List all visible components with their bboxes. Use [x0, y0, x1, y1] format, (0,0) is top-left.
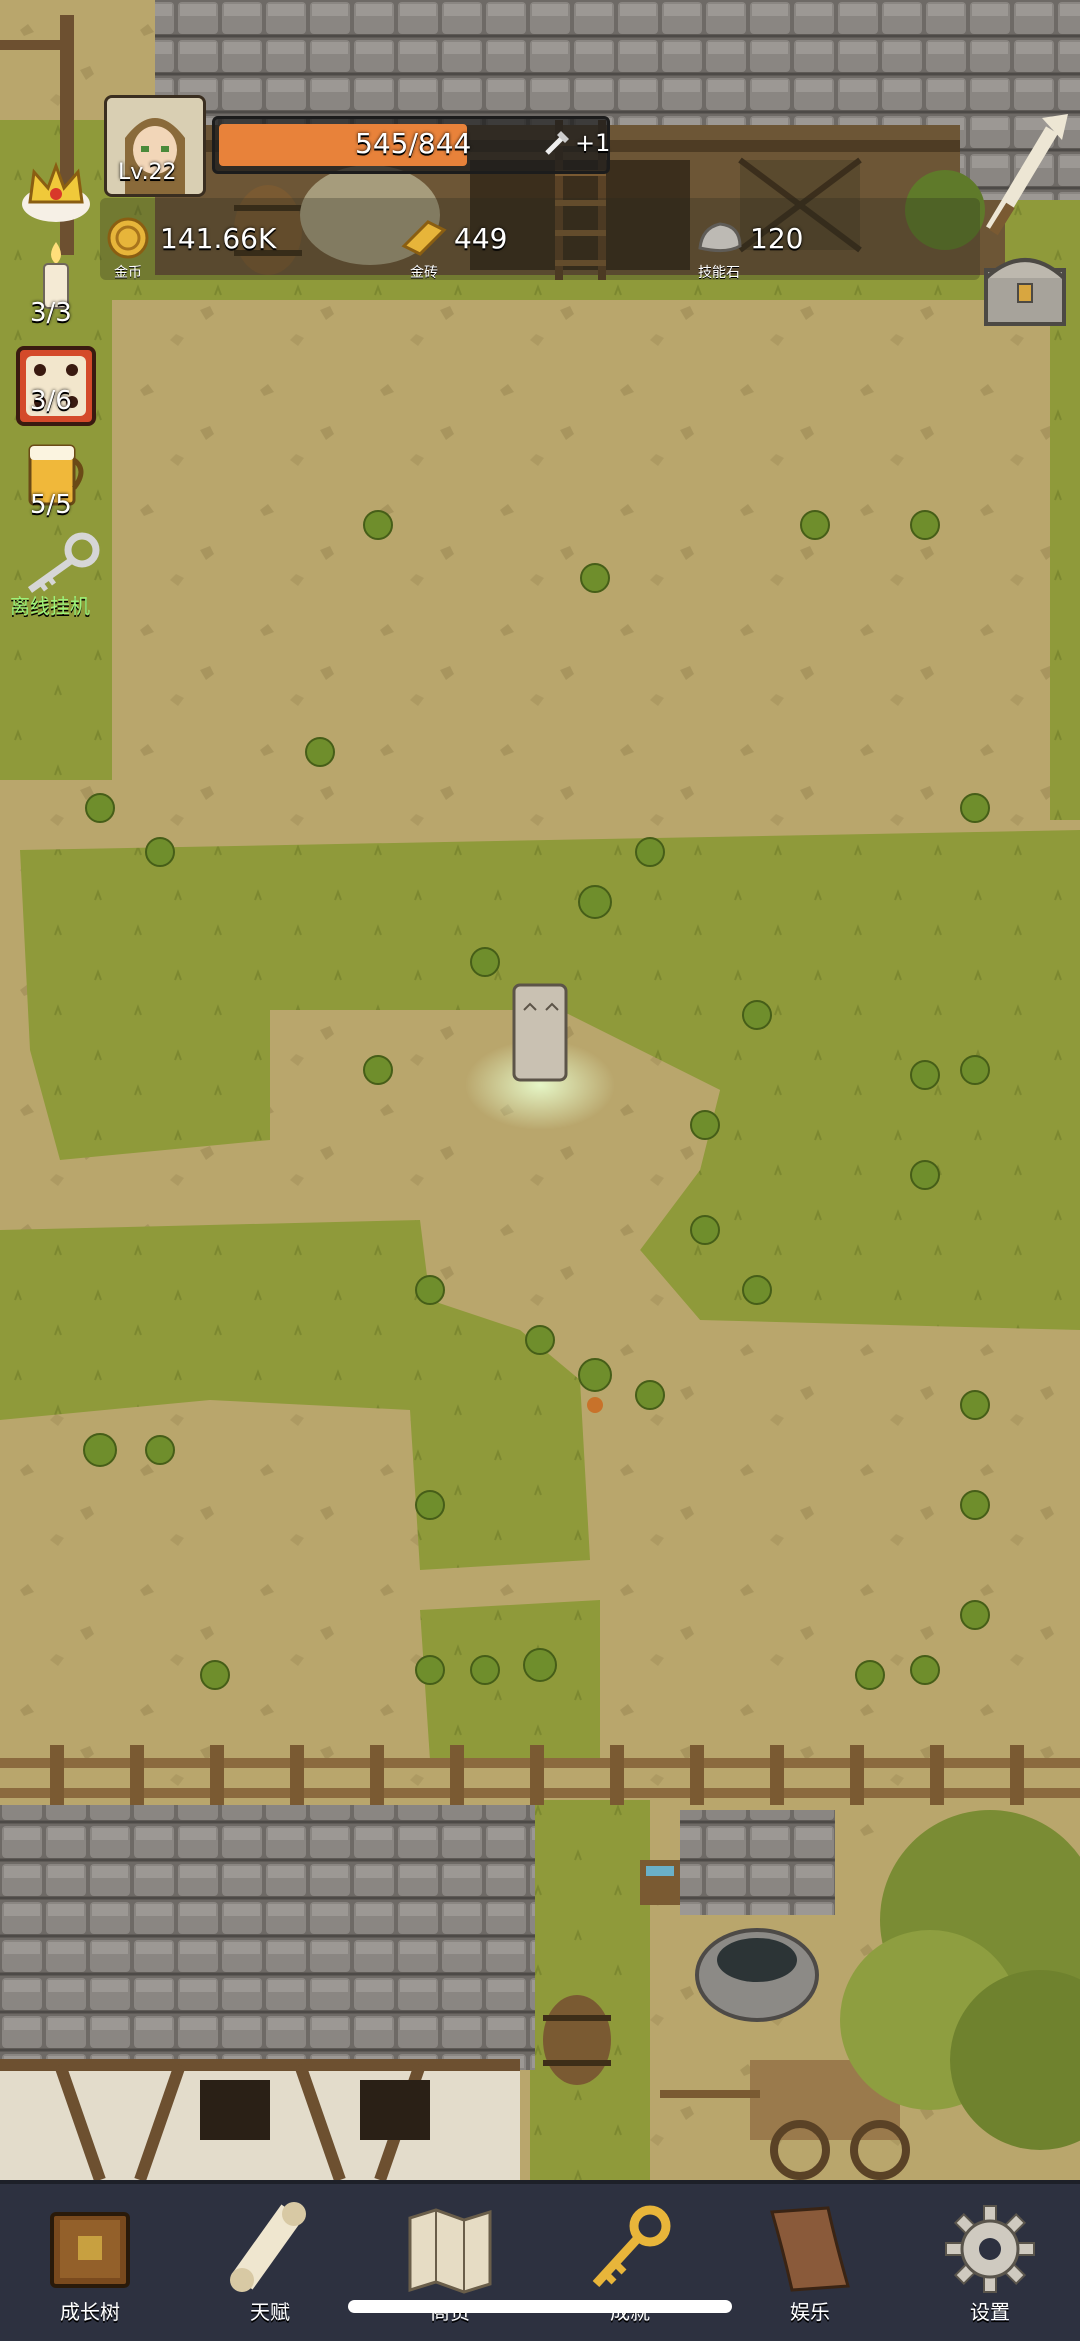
resource-gold-brick: 449 金砖: [398, 212, 658, 284]
resource-gold: 141.66K 金币: [104, 212, 374, 284]
beer-button[interactable]: 5/5: [16, 440, 96, 532]
bottom-nav: 成长树 天赋 商贸 成就 娱乐 设置: [0, 2180, 1080, 2341]
nav-item-entertainment[interactable]: 娱乐: [720, 2184, 900, 2341]
treasure-chest-button[interactable]: [982, 248, 1068, 328]
gear-icon: [942, 2204, 1038, 2298]
candle-count: 3/3: [30, 298, 72, 328]
map-icon: [402, 2204, 498, 2298]
nav-label-settings: 设置: [970, 2300, 1010, 2324]
shovel-icon: [543, 127, 573, 157]
nav-item-settings[interactable]: 设置: [900, 2184, 1080, 2341]
gold-brick-icon: [400, 216, 448, 264]
farm-map: [0, 0, 1080, 2180]
dice-button[interactable]: 3/6: [16, 346, 96, 426]
key-icon: [16, 530, 106, 598]
skill-stone-icon: [696, 218, 744, 262]
offline-idle-label: 离线挂机: [10, 594, 90, 618]
gold-brick-value: 449: [454, 222, 508, 255]
exp-text: 545/844: [355, 127, 472, 160]
resource-skill-stone: 120 技能石: [694, 212, 954, 284]
nav-label-growth-tree: 成长树: [60, 2300, 120, 2324]
nav-item-trade[interactable]: 商贸: [360, 2184, 540, 2341]
exp-bar: 545/844 +1: [212, 116, 610, 174]
crown-button[interactable]: [16, 158, 96, 228]
nav-item-growth-tree[interactable]: 成长树: [0, 2184, 180, 2341]
nav-item-talent[interactable]: 天赋: [180, 2184, 360, 2341]
nav-label-talent: 天赋: [250, 2300, 290, 2324]
treasure-chest-icon: [982, 258, 1068, 332]
crown-icon: [16, 161, 96, 232]
home-indicator[interactable]: [348, 2300, 732, 2313]
game-scene: [0, 0, 1080, 2180]
gold-brick-label: 金砖: [410, 265, 438, 281]
gold-coin-icon: [106, 216, 150, 264]
sword-icon: [982, 114, 1072, 244]
gold-value: 141.66K: [160, 222, 277, 255]
golden-key-icon: [582, 2202, 678, 2296]
scroll-icon: [222, 2202, 318, 2296]
dice-count: 3/6: [30, 386, 72, 416]
player-level: Lv.22: [118, 160, 177, 185]
offline-idle-button[interactable]: 离线挂机: [6, 530, 116, 620]
parchment-icon: [762, 2204, 858, 2298]
skill-stone-value: 120: [750, 222, 804, 255]
nav-item-achievement[interactable]: 成就: [540, 2184, 720, 2341]
sword-button[interactable]: [982, 110, 1072, 240]
candle-button[interactable]: 3/3: [16, 238, 96, 330]
bonus-text: +1: [575, 129, 611, 157]
book-icon: [42, 2206, 138, 2296]
beer-count: 5/5: [30, 490, 72, 520]
gold-label: 金币: [114, 265, 142, 281]
skill-stone-label: 技能石: [698, 265, 740, 281]
nav-label-entertainment: 娱乐: [790, 2300, 830, 2324]
